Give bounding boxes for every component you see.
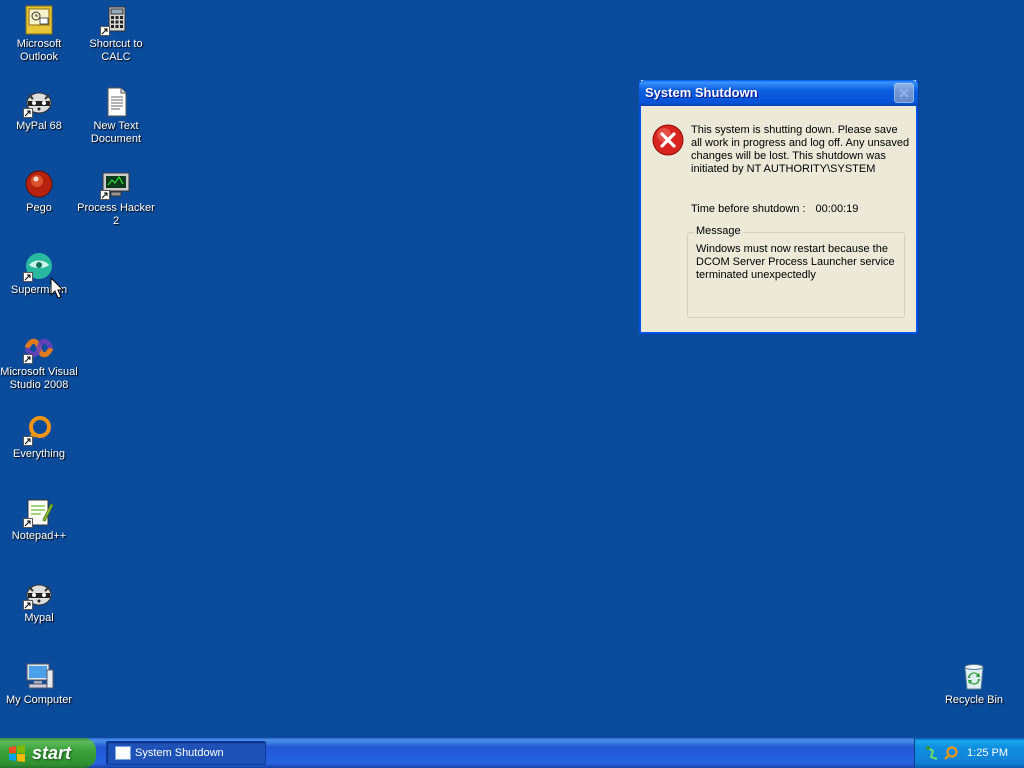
system-shutdown-dialog: System Shutdown This system is shutting … xyxy=(639,80,918,334)
desktop-icon-everything[interactable]: Everything xyxy=(0,414,78,461)
shortcut-arrow-icon xyxy=(23,108,33,118)
shortcut-arrow-icon xyxy=(23,436,33,446)
taskbar-item-label: System Shutdown xyxy=(135,747,224,759)
pego-icon xyxy=(23,168,55,200)
desktop-icon-label: Microsoft Outlook xyxy=(16,38,62,63)
desktop-icon-pego[interactable]: Pego xyxy=(0,168,78,215)
error-icon xyxy=(652,124,684,156)
recycle-bin-icon xyxy=(958,660,990,692)
desktop-icon-visual-studio-2008[interactable]: Microsoft Visual Studio 2008 xyxy=(0,332,78,392)
taskbar-item-system-shutdown[interactable]: System Shutdown xyxy=(106,741,266,765)
shortcut-arrow-icon xyxy=(23,518,33,528)
outlook-icon xyxy=(23,4,55,36)
desktop-icon-new-text-document[interactable]: New Text Document xyxy=(77,86,155,146)
my-computer-icon xyxy=(23,660,55,692)
shortcut-arrow-icon xyxy=(100,26,110,36)
desktop-icon-mypal-68[interactable]: MyPal 68 xyxy=(0,86,78,133)
time-before-shutdown-row: Time before shutdown : 00:00:19 xyxy=(691,203,858,215)
window-icon xyxy=(115,746,131,760)
message-group: Message Windows must now restart because… xyxy=(687,225,905,318)
desktop-icon-label: My Computer xyxy=(5,694,73,706)
visual-studio-icon xyxy=(23,332,55,364)
mouse-cursor-icon xyxy=(50,277,64,299)
desktop-icon-label: Microsoft Visual Studio 2008 xyxy=(0,366,78,391)
desktop-icon-my-computer[interactable]: My Computer xyxy=(0,660,78,707)
shortcut-arrow-icon xyxy=(23,272,33,282)
message-group-label: Message xyxy=(694,225,743,237)
everything-icon xyxy=(23,414,55,446)
close-button[interactable] xyxy=(894,83,914,103)
search-tray-icon[interactable] xyxy=(943,745,959,761)
desktop-icon-label: Everything xyxy=(13,448,65,460)
dialog-titlebar[interactable]: System Shutdown xyxy=(639,80,918,106)
desktop-icon-process-hacker[interactable]: Process Hacker 2 xyxy=(77,168,155,228)
desktop-icon-label: Supermium xyxy=(10,284,68,296)
time-label: Time before shutdown : xyxy=(691,203,806,215)
text-document-icon xyxy=(100,86,132,118)
process-hacker-icon xyxy=(100,168,132,200)
windows-flag-icon xyxy=(9,745,25,762)
start-button[interactable]: start xyxy=(0,738,96,768)
desktop-icon-supermium[interactable]: Supermium xyxy=(0,250,78,297)
desktop-icon-label: New Text Document xyxy=(90,120,142,145)
message-group-text: Windows must now restart because the DCO… xyxy=(696,243,895,281)
desktop-icon-label: Mypal xyxy=(24,612,54,624)
network-tray-icon[interactable] xyxy=(925,745,941,761)
start-label: start xyxy=(32,743,72,763)
taskbar: start System Shutdown 1:25 PM xyxy=(0,738,1024,768)
dialog-title: System Shutdown xyxy=(645,85,758,100)
desktop-icon-label: Notepad++ xyxy=(11,530,67,542)
raccoon-icon xyxy=(23,578,55,610)
shortcut-arrow-icon xyxy=(23,600,33,610)
desktop-icon-label: Process Hacker 2 xyxy=(77,202,155,227)
shortcut-arrow-icon xyxy=(100,190,110,200)
desktop-icon-label: Recycle Bin xyxy=(944,694,1004,706)
shutdown-warning-text: This system is shutting down. Please sav… xyxy=(691,124,910,175)
notepadpp-icon xyxy=(23,496,55,528)
desktop-icon-recycle-bin[interactable]: Recycle Bin xyxy=(935,660,1013,707)
desktop-icon-label: Shortcut to CALC xyxy=(89,38,143,63)
desktop-icon-shortcut-calc[interactable]: Shortcut to CALC xyxy=(77,4,155,64)
raccoon-icon xyxy=(23,86,55,118)
close-icon xyxy=(899,88,909,98)
calculator-icon xyxy=(100,4,132,36)
desktop-icon-mypal[interactable]: Mypal xyxy=(0,578,78,625)
desktop-icon-microsoft-outlook[interactable]: Microsoft Outlook xyxy=(0,4,78,64)
time-value: 00:00:19 xyxy=(815,203,859,215)
desktop-icon-notepad-plus-plus[interactable]: Notepad++ xyxy=(0,496,78,543)
desktop-icon-label: MyPal 68 xyxy=(16,120,62,132)
clock[interactable]: 1:25 PM xyxy=(967,738,1008,768)
system-tray: 1:25 PM xyxy=(914,738,1024,768)
desktop-icon-label: Pego xyxy=(26,202,52,214)
shortcut-arrow-icon xyxy=(23,354,33,364)
